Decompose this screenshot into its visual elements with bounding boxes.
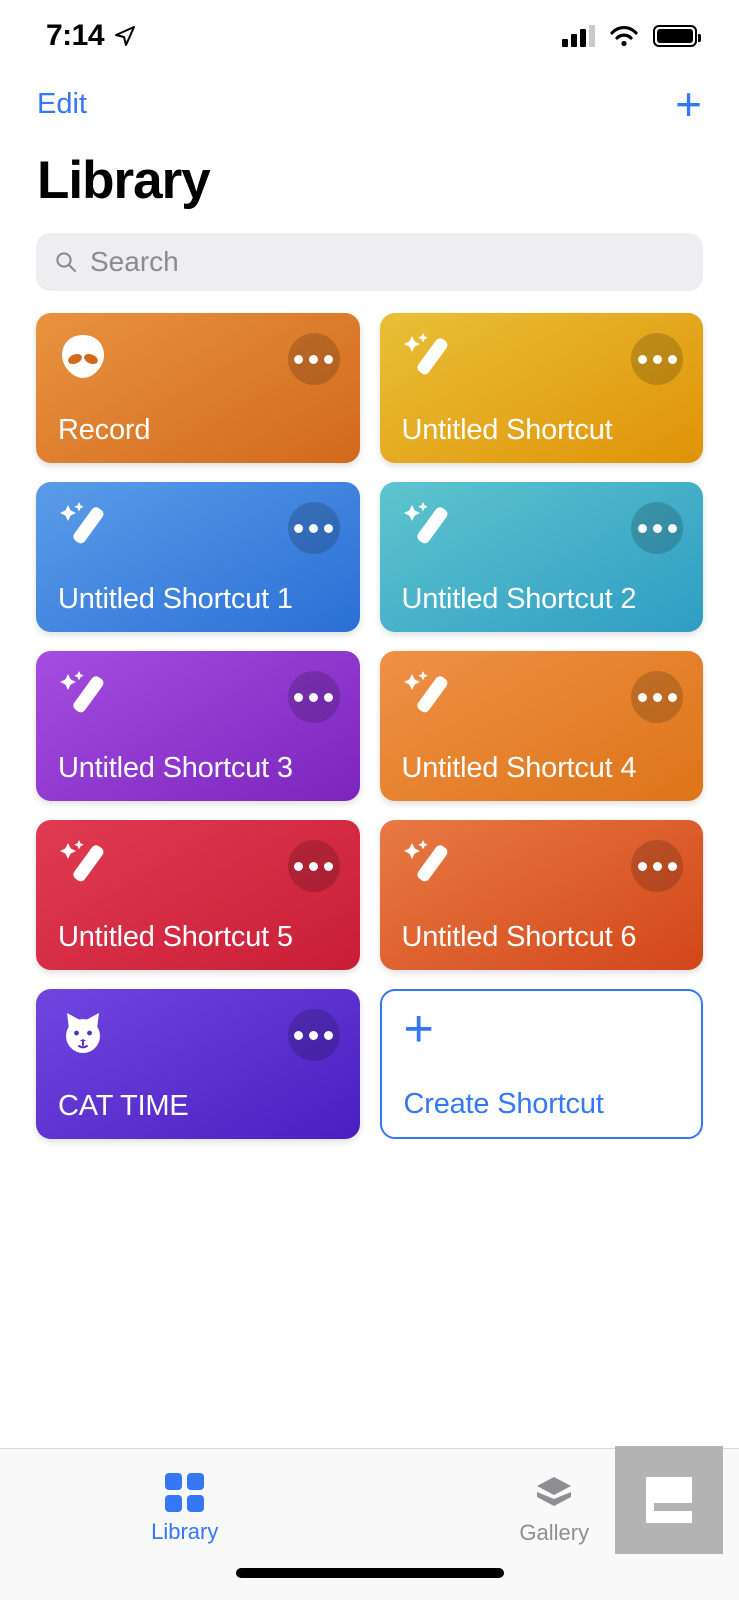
- grid-squares-icon: [165, 1473, 205, 1512]
- shortcut-menu-button[interactable]: [631, 671, 683, 723]
- magic-wand-icon: [60, 671, 104, 713]
- shortcut-menu-button[interactable]: [631, 840, 683, 892]
- tab-library[interactable]: Library: [0, 1449, 370, 1559]
- layers-stack-icon: [537, 1476, 572, 1506]
- magic-wand-icon: [403, 502, 447, 544]
- shortcut-menu-button[interactable]: [287, 671, 340, 723]
- shortcut-label: Untitled Shortcut 5: [58, 921, 293, 953]
- add-shortcut-button[interactable]: +: [675, 81, 702, 127]
- page-title: Library: [37, 151, 211, 210]
- watermark-logo: [615, 1446, 723, 1554]
- shortcut-card[interactable]: Untitled Shortcut 5: [36, 820, 360, 970]
- shortcuts-grid: Record Untitled Shortcut Untitled Shortcut…: [0, 291, 739, 1139]
- home-indicator: [235, 1568, 504, 1578]
- shortcut-card[interactable]: Untitled Shortcut 6: [379, 820, 703, 970]
- location-arrow-icon: [115, 26, 136, 46]
- shortcut-card[interactable]: CAT TIME: [36, 989, 360, 1139]
- shortcut-menu-button[interactable]: [287, 502, 340, 554]
- cellular-bars-icon: [562, 25, 595, 47]
- shortcut-menu-button[interactable]: [287, 840, 340, 892]
- shortcut-label: Untitled Shortcut 2: [401, 583, 637, 615]
- magic-wand-icon: [60, 502, 104, 544]
- shortcut-label: Untitled Shortcut 4: [401, 752, 637, 784]
- shortcut-menu-button[interactable]: [631, 333, 683, 385]
- shortcut-menu-button[interactable]: [287, 1009, 340, 1061]
- search-icon: [56, 252, 77, 273]
- magic-wand-icon: [403, 333, 447, 375]
- tab-gallery-label: Gallery: [519, 1519, 590, 1545]
- shortcut-label: Untitled Shortcut 1: [58, 583, 293, 615]
- status-bar: 7:14: [0, 0, 739, 72]
- search-placeholder: Search: [90, 246, 179, 277]
- status-bar-clock: 7:14: [46, 19, 105, 52]
- cat-face-icon: [66, 1013, 100, 1053]
- shortcut-label: Untitled Shortcut: [401, 414, 613, 446]
- shortcut-label: Untitled Shortcut 3: [58, 752, 293, 784]
- shortcut-card[interactable]: Untitled Shortcut 3: [36, 651, 360, 801]
- create-shortcut-label: Create Shortcut: [403, 1088, 604, 1120]
- shortcut-card[interactable]: Untitled Shortcut 4: [379, 651, 703, 801]
- letter-e-icon: [646, 1477, 692, 1523]
- magic-wand-icon: [403, 671, 447, 713]
- alien-head-icon: [62, 335, 104, 378]
- shortcut-menu-button[interactable]: [631, 502, 683, 554]
- shortcut-menu-button[interactable]: [287, 333, 340, 385]
- magic-wand-icon: [403, 840, 447, 882]
- wifi-icon: [610, 26, 638, 47]
- tab-library-label: Library: [151, 1519, 219, 1544]
- battery-full-icon: [653, 25, 701, 47]
- search-container: Search: [0, 211, 739, 291]
- magic-wand-icon: [60, 840, 104, 882]
- search-input[interactable]: Search: [36, 233, 703, 291]
- shortcut-label: CAT TIME: [58, 1090, 189, 1122]
- shortcut-label: Record: [58, 414, 151, 446]
- status-bar-right: [562, 25, 701, 47]
- edit-button[interactable]: Edit: [37, 88, 87, 121]
- create-shortcut-card[interactable]: + Create Shortcut: [379, 989, 703, 1139]
- shortcut-card[interactable]: Untitled Shortcut 1: [36, 482, 360, 632]
- navigation-bar: Edit +: [0, 72, 739, 136]
- shortcut-card[interactable]: Untitled Shortcut 2: [379, 482, 703, 632]
- plus-icon: +: [403, 1000, 434, 1058]
- shortcut-card[interactable]: Untitled Shortcut: [379, 313, 703, 463]
- status-bar-left: 7:14: [46, 19, 137, 53]
- shortcut-label: Untitled Shortcut 6: [401, 921, 637, 953]
- shortcut-card[interactable]: Record: [36, 313, 360, 463]
